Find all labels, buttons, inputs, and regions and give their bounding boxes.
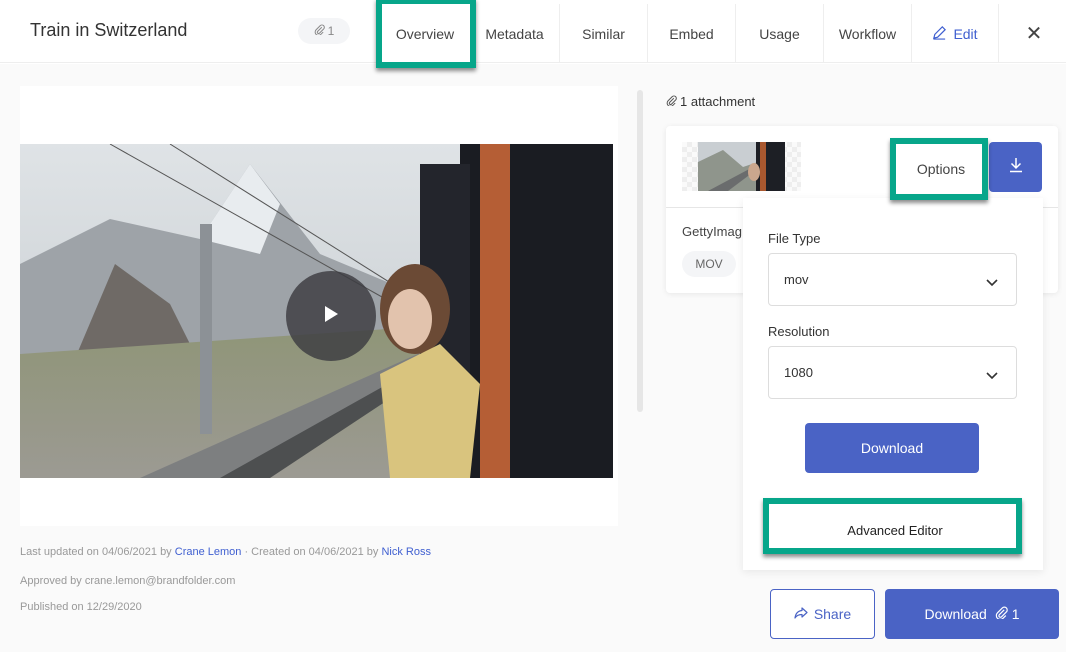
tab-usage[interactable]: Usage [736,4,824,63]
tab-similar[interactable]: Similar [560,4,648,63]
advanced-editor-button[interactable]: Advanced Editor [775,514,1015,546]
download-all-label: Download [924,606,987,622]
resolution-label: Resolution [768,324,830,339]
video-preview[interactable] [20,144,613,478]
options-button[interactable]: Options [896,144,986,194]
chevron-down-icon [986,367,998,385]
download-options-dropdown: File Type mov Resolution 1080 Download A… [743,198,1043,570]
approved-info: Approved by crane.lemon@brandfolder.com [20,575,236,587]
thumbnail-image [698,142,785,191]
resolution-select[interactable]: 1080 [768,346,1017,399]
asset-header: Train in Switzerland 1 Overview Metadata… [0,0,1066,63]
share-label: Share [813,606,852,622]
share-button[interactable]: Share [770,589,875,639]
download-icon [1008,157,1024,178]
file-type-value: mov [784,272,809,287]
tab-workflow[interactable]: Workflow [824,4,912,63]
pencil-icon [932,25,947,43]
edit-label: Edit [953,25,978,42]
created-by-link[interactable]: Nick Ross [381,546,431,558]
file-type-select[interactable]: mov [768,253,1017,306]
updated-by-link[interactable]: Crane Lemon [175,546,242,558]
tab-overview[interactable]: Overview [380,4,470,63]
paperclip-icon [995,606,1008,622]
published-info: Published on 12/29/2020 [20,601,142,613]
file-type-label: File Type [768,231,821,246]
attachment-count: 1 [327,24,335,38]
attachment-filename: GettyImag [682,224,742,239]
created-text: · Created on 04/06/2021 by [241,546,382,558]
attachment-thumbnail[interactable] [682,142,801,191]
tab-embed[interactable]: Embed [648,4,736,63]
attachment-count-label: 1 attachment [680,94,756,109]
tab-metadata[interactable]: Metadata [470,4,560,63]
play-button[interactable] [286,271,376,361]
attachment-download-button[interactable] [989,142,1042,192]
preview-scrollbar[interactable] [637,90,643,412]
attachment-count-pill[interactable]: 1 [298,18,350,44]
file-extension-badge: MOV [682,251,736,277]
resolution-value: 1080 [784,365,813,380]
asset-title: Train in Switzerland [30,20,188,40]
attachment-heading: 1 attachment [666,94,755,109]
download-button[interactable]: Download [805,423,979,473]
paperclip-icon [314,24,325,38]
update-info: Last updated on 04/06/2021 by Crane Lemo… [20,546,431,558]
updated-text: Last updated on 04/06/2021 by [20,546,175,558]
download-all-button[interactable]: Download 1 [885,589,1059,639]
download-all-count: 1 [1011,606,1020,622]
close-icon[interactable]: ✕ [999,4,1066,63]
share-icon [794,606,808,622]
chevron-down-icon [986,274,998,292]
paperclip-icon [666,94,677,109]
play-icon [322,304,340,329]
asset-tabs: Overview Metadata Similar Embed Usage Wo… [380,4,1066,63]
edit-button[interactable]: Edit [912,4,999,63]
